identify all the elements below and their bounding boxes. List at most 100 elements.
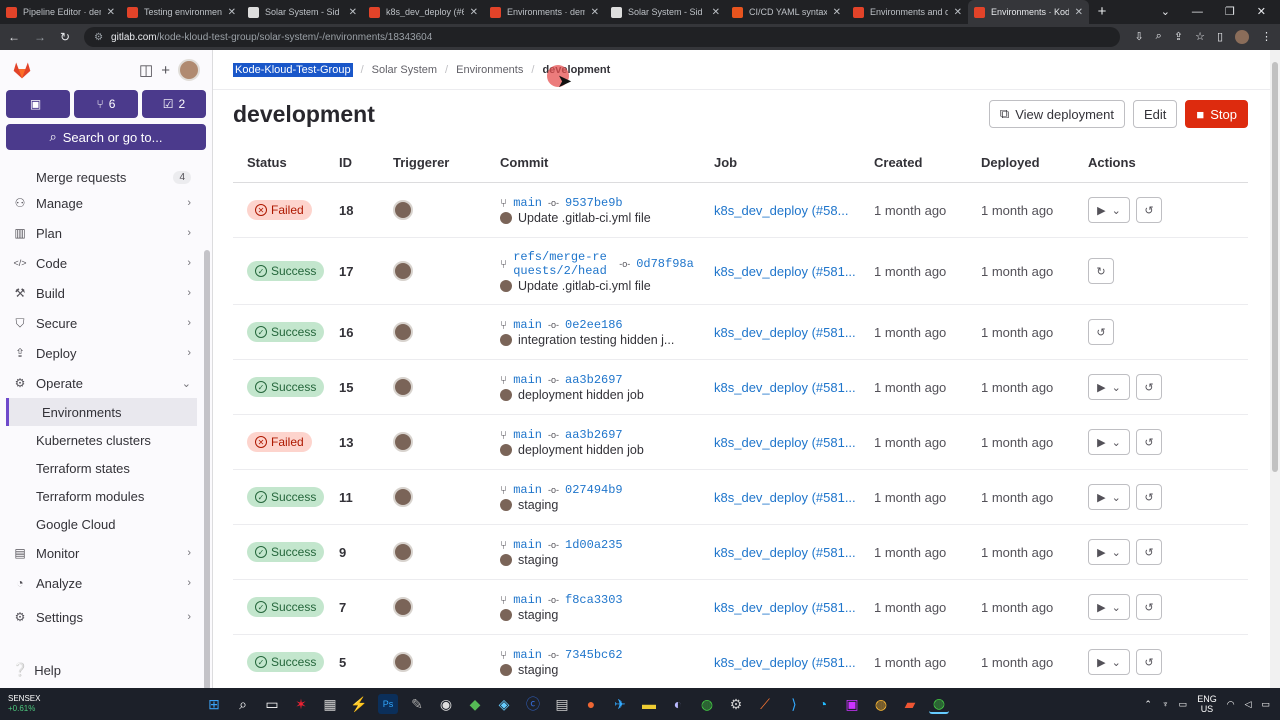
browser-tab[interactable]: k8s_dev_deploy (#60 ✕ xyxy=(363,0,484,24)
tab-close-icon[interactable]: ✕ xyxy=(833,7,841,18)
url-field[interactable]: ⚙ gitlab.com/kode-kloud-test-group/solar… xyxy=(84,27,1121,47)
app-icon[interactable]: ⚙ xyxy=(726,694,746,714)
language-indicator[interactable]: ENG US xyxy=(1197,694,1217,714)
job-link[interactable]: k8s_dev_deploy (#581... xyxy=(714,435,874,450)
side-panel-icon[interactable]: ▯ xyxy=(1217,30,1223,44)
sidebar-item-terraform-modules[interactable]: Terraform modules xyxy=(0,482,205,510)
chrome-icon[interactable]: ◍ xyxy=(697,694,717,714)
wifi-icon[interactable]: ◠ xyxy=(1227,699,1235,710)
calculator-icon[interactable]: ▦ xyxy=(320,694,340,714)
status-badge[interactable]: ✓ Success xyxy=(247,322,325,342)
volume-icon[interactable]: ◁ xyxy=(1245,699,1252,710)
triggerer-avatar[interactable] xyxy=(393,261,413,281)
photoshop-icon[interactable]: Ps xyxy=(378,694,398,714)
manual-actions-dropdown[interactable]: ▶ ⌄ xyxy=(1088,374,1130,400)
tab-close-icon[interactable]: ✕ xyxy=(228,7,236,18)
back-icon[interactable]: ← xyxy=(8,30,20,44)
breadcrumb-group-link[interactable]: Kode-Kloud-Test-Group xyxy=(233,62,353,77)
zoom-icon[interactable]: ⌕ xyxy=(1156,30,1162,44)
commit-sha-link[interactable]: 7345bc62 xyxy=(565,648,623,662)
commit-sha-link[interactable]: 9537be9b xyxy=(565,196,623,210)
commit-sha-link[interactable]: aa3b2697 xyxy=(565,428,623,442)
commit-ref-link[interactable]: main xyxy=(513,373,542,387)
commit-ref-link[interactable]: main xyxy=(513,428,542,442)
commit-message[interactable]: deployment hidden job xyxy=(518,388,644,402)
stock-widget[interactable]: SENSEX +0.61% xyxy=(0,694,120,714)
job-link[interactable]: k8s_dev_deploy (#581... xyxy=(714,380,874,395)
breadcrumb-project-link[interactable]: Solar System xyxy=(372,64,437,76)
sidebar-scrollbar[interactable] xyxy=(203,50,211,690)
job-link[interactable]: k8s_dev_deploy (#581... xyxy=(714,655,874,670)
commit-message[interactable]: Update .gitlab-ci.yml file xyxy=(518,211,651,225)
triggerer-avatar[interactable] xyxy=(393,487,413,507)
commit-message[interactable]: integration testing hidden j... xyxy=(518,333,674,347)
create-new-icon[interactable]: + xyxy=(161,62,170,79)
commit-ref-link[interactable]: main xyxy=(513,538,542,552)
tab-close-icon[interactable]: ✕ xyxy=(712,7,720,18)
status-badge[interactable]: ✓ Success xyxy=(247,597,325,617)
browser-tab[interactable]: Solar System - Sid ✕ xyxy=(605,0,726,24)
task-view-icon[interactable]: ▭ xyxy=(262,694,282,714)
commit-sha-link[interactable]: 1d00a235 xyxy=(565,538,623,552)
tool-icon[interactable]: ✎ xyxy=(407,694,427,714)
rollback-button[interactable]: ↺ xyxy=(1136,484,1162,510)
tab-close-icon[interactable]: ✕ xyxy=(591,7,599,18)
merge-requests-count-button[interactable]: ⑂ 6 xyxy=(74,90,138,118)
view-deployment-button[interactable]: ⧉ View deployment xyxy=(988,100,1125,128)
issues-count-button[interactable]: ▣ xyxy=(6,90,70,118)
status-badge[interactable]: ✕ Failed xyxy=(247,432,312,452)
manual-actions-dropdown[interactable]: ▶ ⌄ xyxy=(1088,197,1130,223)
edit-button[interactable]: Edit xyxy=(1132,100,1178,128)
tab-close-icon[interactable]: ✕ xyxy=(470,7,478,18)
commit-message[interactable]: staging xyxy=(518,498,558,512)
commit-sha-link[interactable]: aa3b2697 xyxy=(565,373,623,387)
status-badge[interactable]: ✓ Success xyxy=(247,487,325,507)
help-button[interactable]: ❔ Help xyxy=(12,662,61,678)
profile-avatar[interactable] xyxy=(1235,30,1249,44)
tab-close-icon[interactable]: ✕ xyxy=(349,7,357,18)
sidebar-item-monitor[interactable]: ▤ Monitor › xyxy=(0,538,205,568)
commit-sha-link[interactable]: f8ca3303 xyxy=(565,593,623,607)
commit-sha-link[interactable]: 0e2ee186 xyxy=(565,318,623,332)
folder-icon[interactable]: ▬ xyxy=(639,694,659,714)
sidebar-item-code[interactable]: </> Code › xyxy=(0,248,205,278)
sidebar-item-deploy[interactable]: ⇪ Deploy › xyxy=(0,338,205,368)
job-link[interactable]: k8s_dev_deploy (#581... xyxy=(714,490,874,505)
browser-tab[interactable]: CI/CD YAML syntax re ✕ xyxy=(726,0,847,24)
job-link[interactable]: k8s_dev_deploy (#581... xyxy=(714,600,874,615)
app-icon[interactable]: ▤ xyxy=(552,694,572,714)
manual-actions-dropdown[interactable]: ▶ ⌄ xyxy=(1088,484,1130,510)
search-icon[interactable]: ⌕ xyxy=(233,694,253,714)
stop-button[interactable]: ■ Stop xyxy=(1185,100,1248,128)
browser-tab[interactable]: Solar System - Sid ✕ xyxy=(242,0,363,24)
sidebar-item-environments[interactable]: Environments xyxy=(6,398,197,426)
commit-ref-link[interactable]: main xyxy=(513,483,542,497)
rollback-button[interactable]: ↺ xyxy=(1136,429,1162,455)
new-tab-icon[interactable]: + xyxy=(1089,0,1115,24)
rollback-button[interactable]: ↺ xyxy=(1136,594,1162,620)
commit-ref-link[interactable]: refs/merge-requests/2/head xyxy=(513,250,613,278)
manual-actions-dropdown[interactable]: ▶ ⌄ xyxy=(1088,594,1130,620)
triggerer-avatar[interactable] xyxy=(393,432,413,452)
app-icon[interactable]: ▣ xyxy=(842,694,862,714)
commit-message[interactable]: staging xyxy=(518,663,558,677)
menu-kebab-icon[interactable]: ⋮ xyxy=(1261,30,1272,44)
job-link[interactable]: k8s_dev_deploy (#58... xyxy=(714,203,874,218)
app-icon[interactable]: ◈ xyxy=(494,694,514,714)
rollback-button[interactable]: ↺ xyxy=(1136,539,1162,565)
sidebar-item-kubernetes-clusters[interactable]: Kubernetes clusters xyxy=(0,426,205,454)
reload-icon[interactable]: ↻ xyxy=(60,30,70,44)
job-link[interactable]: k8s_dev_deploy (#581... xyxy=(714,264,874,279)
commit-message[interactable]: Update .gitlab-ci.yml file xyxy=(518,279,651,293)
site-info-icon[interactable]: ⚙ xyxy=(94,32,103,43)
page-scrollbar[interactable] xyxy=(1270,50,1280,688)
sidebar-item-build[interactable]: ⚒ Build › xyxy=(0,278,205,308)
commit-ref-link[interactable]: main xyxy=(513,648,542,662)
sidebar-item-terraform-states[interactable]: Terraform states xyxy=(0,454,205,482)
maximize-icon[interactable]: ❐ xyxy=(1225,0,1235,24)
app-icon[interactable]: ✶ xyxy=(291,694,311,714)
windows-start-icon[interactable]: ⊞ xyxy=(204,694,224,714)
install-icon[interactable]: ⇩ xyxy=(1134,30,1143,44)
app-icon[interactable]: ⓒ xyxy=(523,694,543,714)
triggerer-avatar[interactable] xyxy=(393,652,413,672)
